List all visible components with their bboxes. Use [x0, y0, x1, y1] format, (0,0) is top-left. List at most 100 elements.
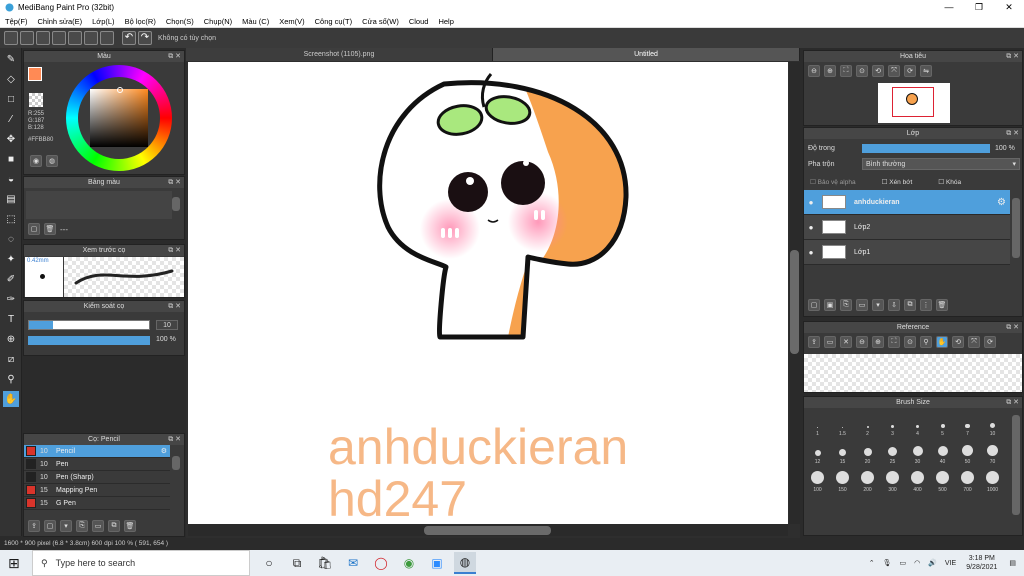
zoom-in-icon[interactable]: ⊕ — [824, 65, 836, 77]
select-tool-icon[interactable]: ⬚ — [3, 211, 19, 227]
menu-help[interactable]: Help — [433, 17, 458, 26]
list-item[interactable]: 10 Pen (Sharp) — [24, 471, 170, 484]
alpha-protect-checkbox[interactable]: ☐ Bảo vệ alpha — [810, 178, 856, 186]
panel-close-icon[interactable]: ⧉ ✕ — [168, 51, 181, 62]
new-palette-icon[interactable]: ▢ — [28, 223, 40, 235]
gradient-tool-icon[interactable]: ▤ — [3, 191, 19, 207]
notification-icon[interactable]: ▤ — [1009, 559, 1016, 567]
duplicate-icon[interactable]: ⧉ — [108, 520, 120, 532]
brush-size-option[interactable]: 15 — [830, 437, 855, 465]
brush-size-option[interactable]: 700 — [955, 465, 980, 493]
brush-size-option[interactable]: 50 — [955, 437, 980, 465]
color-picker-handle[interactable] — [117, 87, 123, 93]
clipping-checkbox[interactable]: ☐ Xén bớt — [882, 178, 913, 186]
navigator-thumbnail[interactable] — [878, 83, 950, 123]
rotate-right-icon[interactable]: ⟳ — [904, 65, 916, 77]
brush-tool-icon[interactable]: ✎ — [3, 51, 19, 67]
menu-filter[interactable]: Bộ lọc(R) — [120, 17, 161, 26]
saturation-value-square[interactable] — [90, 89, 148, 147]
flip-icon[interactable]: ⇋ — [920, 65, 932, 77]
menu-tools[interactable]: Công cụ(T) — [310, 17, 358, 26]
lock-checkbox[interactable]: ☐ Khóa — [938, 178, 961, 186]
zoom-app-icon[interactable]: ▣ — [426, 552, 448, 574]
brush-size-option[interactable]: 2 — [855, 409, 880, 437]
divide-tool-icon[interactable]: ⧄ — [3, 351, 19, 367]
lasso-tool-icon[interactable]: ◌ — [3, 231, 19, 247]
horizontal-scroll-thumb[interactable] — [424, 526, 551, 535]
brush-size-option[interactable]: 400 — [905, 465, 930, 493]
tab-untitled[interactable]: Untitled — [493, 48, 800, 61]
layout-icon[interactable] — [100, 31, 114, 45]
brush-size-option[interactable]: 500 — [930, 465, 955, 493]
folder-icon[interactable]: ▭ — [856, 299, 868, 311]
bucket-tool-icon[interactable]: ◒ — [3, 171, 19, 187]
clock[interactable]: 3:18 PM 9/28/2021 — [966, 554, 997, 572]
table-row[interactable]: ● Lớp2 — [804, 215, 1010, 240]
comment-icon[interactable] — [52, 31, 66, 45]
panel-close-icon[interactable]: ⧉ ✕ — [1006, 128, 1019, 139]
brush-size-scrollbar[interactable] — [1012, 415, 1020, 515]
menu-select[interactable]: Chọn(S) — [161, 17, 199, 26]
zoom-actual-icon[interactable]: ⊙ — [856, 65, 868, 77]
hand-icon[interactable]: ✋ — [936, 336, 948, 348]
open-icon[interactable] — [20, 31, 34, 45]
new-brush-icon[interactable]: ▢ — [44, 520, 56, 532]
panel-close-icon[interactable]: ⧉ ✕ — [168, 434, 181, 445]
visibility-icon[interactable]: ● — [804, 198, 818, 207]
menu-edit[interactable]: Chỉnh sửa(E) — [33, 17, 88, 26]
volume-icon[interactable]: 🔊 — [928, 559, 937, 567]
menu-capture[interactable]: Chụp(N) — [199, 17, 237, 26]
select-eraser-icon[interactable]: ✑ — [3, 291, 19, 307]
move-down-icon[interactable]: ⇩ — [888, 299, 900, 311]
color-swap-icon[interactable]: ◍ — [46, 155, 58, 167]
close-icon[interactable]: ✕ — [994, 0, 1024, 15]
vertical-scroll-thumb[interactable] — [790, 250, 799, 354]
brush-list-scrollbar[interactable] — [172, 456, 180, 470]
opera-icon[interactable]: ◯ — [370, 552, 392, 574]
gear-icon[interactable]: ⚙ — [161, 447, 167, 455]
menu-view[interactable]: Xem(V) — [274, 17, 309, 26]
redo-icon[interactable]: ↷ — [138, 31, 152, 45]
store-icon[interactable]: 🛍 — [314, 552, 336, 574]
dot-tool-icon[interactable]: ⁄ — [3, 111, 19, 127]
blend-mode-select[interactable]: Bình thường ▾ — [862, 158, 1020, 170]
panel-close-icon[interactable]: ⧉ ✕ — [1006, 51, 1019, 62]
medibang-taskbar-icon[interactable]: ◍ — [454, 552, 476, 574]
menu-cloud[interactable]: Cloud — [404, 17, 434, 26]
operation-tool-icon[interactable]: ⊕ — [3, 331, 19, 347]
chevron-up-icon[interactable]: ⌃ — [869, 559, 875, 567]
zoom-out-icon[interactable]: ⊖ — [808, 65, 820, 77]
panel-close-icon[interactable]: ⧉ ✕ — [168, 301, 181, 312]
grid-icon[interactable] — [84, 31, 98, 45]
upload-icon[interactable]: ⇪ — [28, 520, 40, 532]
menu-window[interactable]: Cửa sổ(W) — [357, 17, 404, 26]
brush-size-option[interactable]: 1 — [805, 409, 830, 437]
list-item[interactable]: 15 G Pen — [24, 497, 170, 510]
rotate-left-icon[interactable]: ⟲ — [872, 65, 884, 77]
brush-size-option[interactable]: 1000 — [980, 465, 1005, 493]
new-color-layer-icon[interactable]: ▣ — [824, 299, 836, 311]
shape-tool-icon[interactable]: □ — [3, 91, 19, 107]
magic-wand-icon[interactable]: ✦ — [3, 251, 19, 267]
panel-close-icon[interactable]: ⧉ ✕ — [168, 177, 181, 188]
brush-size-option[interactable]: 25 — [880, 437, 905, 465]
foreground-swatch[interactable] — [28, 67, 42, 81]
visibility-icon[interactable]: ● — [804, 248, 818, 257]
delete-palette-icon[interactable]: 🗑 — [44, 223, 56, 235]
folder-icon[interactable]: ▭ — [92, 520, 104, 532]
brush-size-option[interactable]: 150 — [830, 465, 855, 493]
close-reference-icon[interactable]: ✕ — [840, 336, 852, 348]
reset-icon[interactable]: ⤧ — [968, 336, 980, 348]
panel-close-icon[interactable]: ⧉ ✕ — [1006, 397, 1019, 408]
zoom-actual-icon[interactable]: ⊙ — [904, 336, 916, 348]
minimize-icon[interactable]: — — [934, 0, 964, 15]
move-tool-icon[interactable]: ✥ — [3, 131, 19, 147]
brush-opacity-slider[interactable] — [28, 336, 150, 345]
reference-view[interactable] — [804, 354, 1022, 392]
upload-icon[interactable]: ⇪ — [808, 336, 820, 348]
windows-start-icon[interactable]: ⊞ — [8, 555, 20, 572]
fill-shape-icon[interactable]: ■ — [3, 151, 19, 167]
hand-tool-icon[interactable]: ✋ — [3, 391, 19, 407]
list-icon[interactable] — [68, 31, 82, 45]
brush-size-option[interactable]: 7 — [955, 409, 980, 437]
